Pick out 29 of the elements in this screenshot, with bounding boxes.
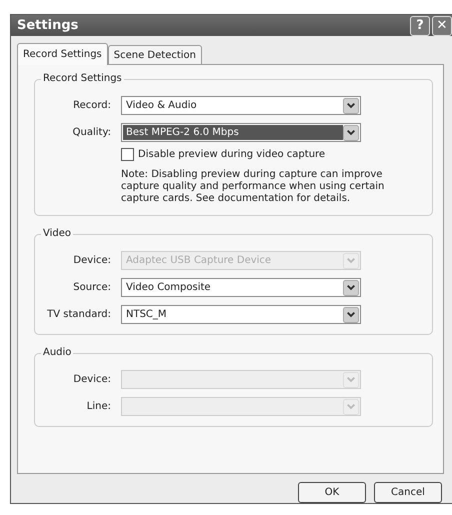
dropdown[interactable]: NTSC_M <box>121 305 361 324</box>
field-label: Device: <box>72 255 112 266</box>
dropdown[interactable]: Video & Audio <box>121 96 361 115</box>
dropdown-value: Best MPEG-2 6.0 Mbps <box>123 125 343 140</box>
close-button[interactable]: ✕ <box>432 16 452 36</box>
checkbox[interactable] <box>121 148 134 161</box>
group-title: Audio <box>41 347 74 358</box>
dropdown[interactable]: Best MPEG-2 6.0 Mbps <box>121 123 361 142</box>
dropdown-value: Adaptec USB Capture Device <box>125 254 272 268</box>
field-label: Quality: <box>72 127 112 138</box>
checkbox-label: Disable preview during video capture <box>138 149 326 160</box>
window-title: Settings <box>17 18 78 33</box>
tab[interactable]: Record Settings <box>17 43 108 65</box>
dropdown[interactable]: Video Composite <box>121 278 361 297</box>
field-label: Device: <box>72 374 112 385</box>
field-label: Record: <box>72 100 112 111</box>
field-label: Source: <box>72 282 112 293</box>
ok-button[interactable]: OK <box>298 482 366 503</box>
dropdown-value: NTSC_M <box>125 308 168 322</box>
help-button[interactable]: ? <box>410 16 430 36</box>
cancel-button[interactable]: Cancel <box>374 482 442 503</box>
dropdown-value: Video Composite <box>125 281 212 295</box>
field-label: Line: <box>86 401 112 412</box>
group-title: Record Settings <box>41 73 124 84</box>
dropdown-value: Video & Audio <box>125 99 198 113</box>
tab[interactable]: Scene Detection <box>108 45 202 64</box>
field-label: TV standard: <box>46 309 112 320</box>
group-title: Video <box>41 228 74 239</box>
note-text: Note: Disabling preview during capture can improve capture quality and performance when using certain capture cards. See documentation for details. <box>121 169 386 205</box>
